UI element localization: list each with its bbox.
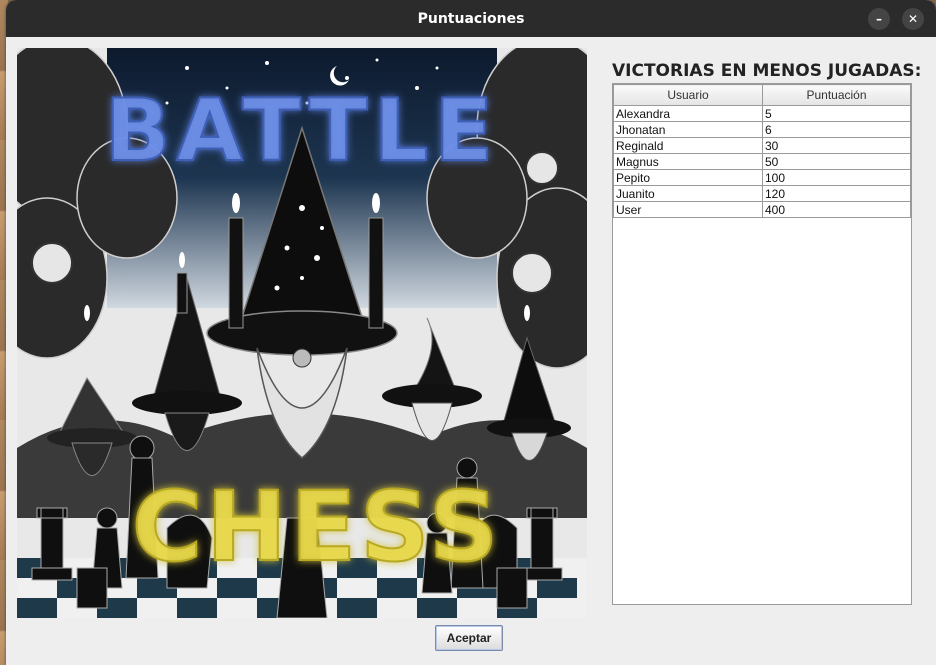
table-row[interactable]: Magnus 50 (613, 153, 911, 170)
scores-table: Usuario Puntuación Alexandra 5 Jhonatan … (613, 84, 911, 218)
cell-score[interactable]: 5 (762, 105, 911, 122)
cell-user[interactable]: Pepito (613, 169, 763, 186)
cell-score[interactable]: 120 (762, 185, 911, 202)
table-row[interactable]: Reginald 30 (613, 137, 911, 154)
cell-user[interactable]: Reginald (613, 137, 763, 154)
cell-score[interactable]: 50 (762, 153, 911, 170)
column-header-usuario[interactable]: Usuario (613, 84, 763, 106)
table-row[interactable]: Jhonatan 6 (613, 121, 911, 138)
window-title: Puntuaciones (417, 10, 525, 27)
scores-title: VICTORIAS EN MENOS JUGADAS: (612, 61, 922, 81)
accept-button[interactable]: Aceptar (435, 625, 503, 651)
cell-user[interactable]: Jhonatan (613, 121, 763, 138)
close-button[interactable]: ✕ (902, 8, 924, 30)
scores-table-container[interactable]: Usuario Puntuación Alexandra 5 Jhonatan … (612, 83, 912, 605)
cell-user[interactable]: Magnus (613, 153, 763, 170)
cell-user[interactable]: Alexandra (613, 105, 763, 122)
cell-score[interactable]: 30 (762, 137, 911, 154)
cell-user[interactable]: User (613, 201, 763, 218)
battle-chess-image: BATTLE CHESS (17, 48, 587, 618)
minimize-icon: – (876, 12, 882, 26)
artwork-svg: BATTLE CHESS (17, 48, 587, 618)
close-icon: ✕ (907, 12, 919, 26)
table-row[interactable]: Juanito 120 (613, 185, 911, 202)
table-row[interactable]: Alexandra 5 (613, 105, 911, 122)
cell-user[interactable]: Juanito (613, 185, 763, 202)
table-row[interactable]: User 400 (613, 201, 911, 218)
cell-score[interactable]: 400 (762, 201, 911, 218)
minimize-button[interactable]: – (868, 8, 890, 30)
column-header-puntuacion[interactable]: Puntuación (762, 84, 911, 106)
table-header-row: Usuario Puntuación (613, 84, 911, 106)
artwork-bottom-text: CHESS (132, 471, 502, 583)
title-bar[interactable]: Puntuaciones – ✕ (6, 0, 936, 37)
table-row[interactable]: Pepito 100 (613, 169, 911, 186)
scores-dialog: Puntuaciones – ✕ BATTLE CHESS VICTORIAS … (6, 0, 936, 665)
artwork-top-text: BATTLE (105, 81, 499, 181)
cell-score[interactable]: 6 (762, 121, 911, 138)
dialog-content: BATTLE CHESS VICTORIAS EN MENOS JUGADAS:… (6, 37, 936, 665)
cell-score[interactable]: 100 (762, 169, 911, 186)
